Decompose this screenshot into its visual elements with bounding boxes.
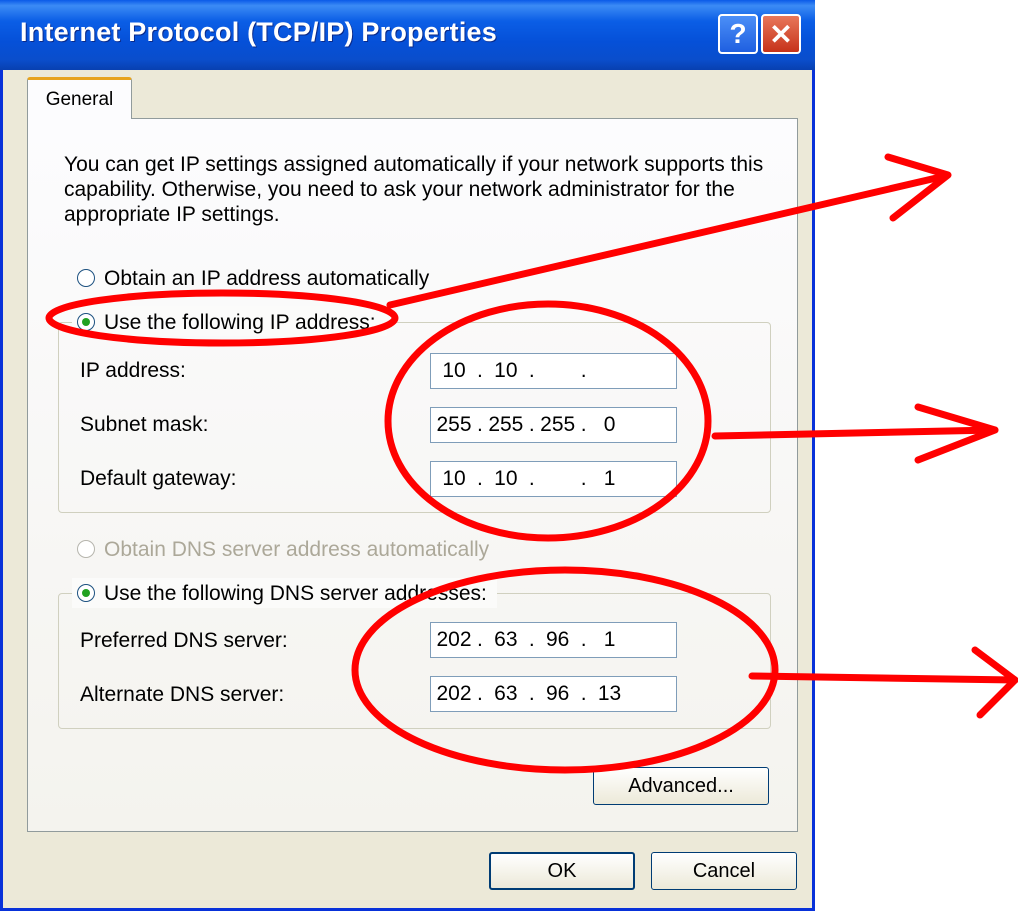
annotation-arrowhead-2 xyxy=(914,403,999,464)
obtain-dns-auto-label: Obtain DNS server address automatically xyxy=(104,538,490,561)
subnet-mask-label: Subnet mask: xyxy=(80,413,209,436)
radio-obtain-dns-auto[interactable] xyxy=(77,540,95,558)
ip-address-label: IP address: xyxy=(80,359,186,382)
general-tab-panel: You can get IP settings assigned automat… xyxy=(27,118,798,832)
help-icon: ? xyxy=(729,18,747,49)
preferred-dns-label: Preferred DNS server: xyxy=(80,629,288,652)
close-icon: ✕ xyxy=(769,18,793,50)
intro-text: You can get IP settings assigned automat… xyxy=(64,153,764,226)
help-button[interactable]: ? xyxy=(718,14,758,54)
radio-use-following-ip[interactable] xyxy=(77,313,95,331)
window-title: Internet Protocol (TCP/IP) Properties xyxy=(20,17,497,47)
cancel-button[interactable]: Cancel xyxy=(651,852,797,890)
ip-address-input[interactable]: 10. 10. . xyxy=(430,353,677,389)
close-button[interactable]: ✕ xyxy=(761,14,801,54)
advanced-button[interactable]: Advanced... xyxy=(593,767,769,805)
ok-button[interactable]: OK xyxy=(489,852,635,890)
use-following-ip-label: Use the following IP address: xyxy=(104,311,376,334)
subnet-mask-input[interactable]: 255. 255. 255. 0 xyxy=(430,407,677,443)
annotation-arrowhead-1 xyxy=(884,153,952,222)
use-following-dns-label: Use the following DNS server addresses: xyxy=(104,582,487,605)
alternate-dns-label: Alternate DNS server: xyxy=(80,683,285,706)
default-gateway-label: Default gateway: xyxy=(80,467,237,490)
obtain-ip-auto-label: Obtain an IP address automatically xyxy=(104,267,430,290)
radio-obtain-ip-auto[interactable] xyxy=(77,269,95,287)
title-bar[interactable]: Internet Protocol (TCP/IP) Properties ? … xyxy=(0,0,815,70)
annotation-arrowhead-3 xyxy=(971,646,1018,719)
preferred-dns-input[interactable]: 202. 63. 96. 1 xyxy=(430,622,677,658)
alternate-dns-input[interactable]: 202. 63. 96. 13 xyxy=(430,676,677,712)
radio-use-following-dns[interactable] xyxy=(77,584,95,602)
tab-general[interactable]: General xyxy=(27,77,132,119)
default-gateway-input[interactable]: 10. 10. . 1 xyxy=(430,461,677,497)
